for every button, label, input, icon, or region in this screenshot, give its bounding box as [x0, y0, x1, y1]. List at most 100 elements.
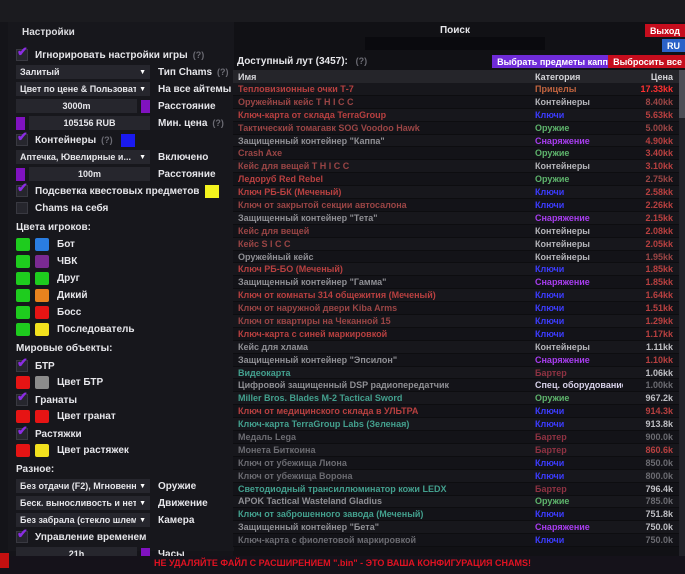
loot-table-row[interactable]: Защищенный контейнер "Эпсилон"Снаряжение… — [233, 354, 679, 367]
loot-table-row[interactable]: Монета БиткоинаБартер860.6k — [233, 444, 679, 457]
column-header-category[interactable]: Категория — [535, 72, 623, 82]
world-object-color-secondary-color-swatch[interactable] — [35, 376, 49, 389]
player-color-secondary-color-swatch[interactable] — [35, 238, 49, 251]
cham-type-dropdown[interactable]: Залитый ▼ — [16, 65, 150, 79]
world-object-color-primary-color-swatch[interactable] — [16, 376, 30, 389]
loot-table-row[interactable]: Ключ от квартиры на Чеканной 15Ключи1.29… — [233, 315, 679, 328]
help-hint[interactable]: (?) — [101, 135, 113, 145]
loot-item-name: Кейс для хлама — [233, 342, 535, 352]
loot-table-row[interactable]: Защищенный контейнер "Каппа"Снаряжение4.… — [233, 135, 679, 148]
container-distance-color-swatch[interactable] — [16, 168, 25, 181]
loot-table-row[interactable]: Ключ от убежища ВоронаКлючи800.0k — [233, 470, 679, 483]
loot-table-row[interactable]: Ключ от убежища ЛионаКлючи850.0k — [233, 457, 679, 470]
world-object-color-primary-color-swatch[interactable] — [16, 444, 30, 457]
loot-table-row[interactable]: Ключ от комнаты 314 общежития (Меченый)К… — [233, 289, 679, 302]
player-color-secondary-color-swatch[interactable] — [35, 306, 49, 319]
color-mode-dropdown[interactable]: Цвет по цене & Пользователь ▼ — [16, 82, 150, 96]
world-object-checkbox[interactable]: ✔ — [16, 360, 28, 372]
column-header-name[interactable]: Имя — [233, 72, 535, 82]
containers-checkbox[interactable]: ✔ — [16, 134, 28, 146]
player-color-secondary-color-swatch[interactable] — [35, 323, 49, 336]
loot-table-row[interactable]: Тактический томагавк SOG Voodoo HawkОруж… — [233, 122, 679, 135]
container-filter-dropdown[interactable]: Аптечка, Ювелирные и... ▼ — [16, 150, 150, 164]
self-chams-checkbox[interactable]: ✔ — [16, 202, 28, 214]
container-distance-input[interactable]: 100m — [29, 167, 150, 181]
player-color-primary-color-swatch[interactable] — [16, 272, 30, 285]
loot-table-row[interactable]: Медаль LegaБартер900.0k — [233, 431, 679, 444]
loot-table-row[interactable]: Кейс для вещей T H I C CКонтейнеры3.10kk — [233, 160, 679, 173]
help-hint[interactable]: (?) — [356, 56, 368, 66]
player-color-secondary-color-swatch[interactable] — [35, 255, 49, 268]
loot-table-row[interactable]: Ключ-карта TerraGroup Labs (Зеленая)Ключ… — [233, 418, 679, 431]
loot-table-row[interactable]: Светодиодный трансиллюминатор кожи LEDXБ… — [233, 483, 679, 496]
player-color-primary-color-swatch[interactable] — [16, 306, 30, 319]
loot-table-row[interactable]: Кейс для вещейКонтейнеры2.08kk — [233, 225, 679, 238]
language-button[interactable]: RU — [662, 39, 685, 52]
loot-table-row[interactable]: Ключ-карта с синей маркировкойКлючи1.17k… — [233, 328, 679, 341]
checkmark-icon: ✔ — [17, 390, 28, 404]
loot-table-row[interactable]: Защищенный контейнер "Гамма"Снаряжение1.… — [233, 276, 679, 289]
world-object-color-secondary-color-swatch[interactable] — [35, 444, 49, 457]
quest-items-color-swatch[interactable] — [205, 185, 219, 198]
ignore-game-settings-checkbox[interactable]: ✔ — [16, 49, 28, 61]
loot-table-row[interactable]: Оружейный кейс T H I C CКонтейнеры8.40kk — [233, 96, 679, 109]
loot-table-row[interactable]: APOK Tactical Wasteland GladiusОружие785… — [233, 496, 679, 509]
player-color-secondary-color-swatch[interactable] — [35, 272, 49, 285]
help-hint[interactable]: (?) — [217, 67, 229, 77]
quest-items-checkbox[interactable]: ✔ — [16, 185, 28, 197]
loot-table-row[interactable]: Цифровой защищенный DSP радиопередатчикС… — [233, 379, 679, 392]
distance-input[interactable]: 3000m — [16, 99, 137, 113]
loot-table-row[interactable]: Crash AxeОружие3.40kk — [233, 147, 679, 160]
loot-table-row[interactable]: Тепловизионные очки Т-7Прицелы17.33kk — [233, 83, 679, 96]
help-hint[interactable]: (?) — [212, 118, 224, 128]
misc-dropdown-row: Без забрала (стекло шлема)▼Камера — [16, 513, 226, 527]
misc-dropdown[interactable]: Без забрала (стекло шлема)▼ — [16, 513, 150, 527]
misc-dropdown[interactable]: Без отдачи (F2), Мгновенное п▼ — [16, 479, 150, 493]
distance-color-swatch[interactable] — [141, 100, 150, 113]
loot-item-price: 2.05kk — [623, 239, 679, 249]
world-object-checkbox[interactable]: ✔ — [16, 428, 28, 440]
loot-table-row[interactable]: Ключ от медицинского склада в УЛЬТРАКлюч… — [233, 405, 679, 418]
loot-table-row[interactable]: Ключ РБ-БО (Меченый)Ключи1.85kk — [233, 263, 679, 276]
loot-table-row[interactable]: Ледоруб Red RebelОружие2.75kk — [233, 173, 679, 186]
loot-table-row[interactable]: Ключ от закрытой секции автосалонаКлючи2… — [233, 199, 679, 212]
player-color-primary-color-swatch[interactable] — [16, 323, 30, 336]
loot-table-row[interactable]: Miller Bros. Blades M-2 Tactical SwordОр… — [233, 392, 679, 405]
min-price-color-swatch[interactable] — [16, 117, 25, 130]
loot-item-price: 796.4k — [623, 484, 679, 494]
player-color-primary-color-swatch[interactable] — [16, 255, 30, 268]
loot-item-name: Видеокарта — [233, 368, 535, 378]
misc-dropdown[interactable]: Беск. выносливость и нет уста▼ — [16, 496, 150, 510]
min-price-input[interactable]: 105156 RUB — [29, 116, 150, 130]
player-color-primary-color-swatch[interactable] — [16, 289, 30, 302]
loot-table-row[interactable]: Ключ от заброшенного завода (Меченый)Клю… — [233, 508, 679, 521]
table-scrollbar[interactable] — [679, 70, 685, 556]
loot-table-row[interactable]: Защищенный контейнер "Тета"Снаряжение2.1… — [233, 212, 679, 225]
loot-item-price: 1.06kk — [623, 368, 679, 378]
loot-table-row[interactable]: ВидеокартаБартер1.06kk — [233, 367, 679, 380]
select-kappa-items-button[interactable]: Выбрать предметы каппа — [492, 55, 618, 68]
world-object-color-primary-color-swatch[interactable] — [16, 410, 30, 423]
column-header-price[interactable]: Цена — [623, 72, 679, 82]
loot-table-row[interactable]: Кейс S I C CКонтейнеры2.05kk — [233, 238, 679, 251]
loot-table-row[interactable]: Ключ-карта с фиолетовой маркировкойКлючи… — [233, 534, 679, 547]
scrollbar-thumb[interactable] — [679, 70, 685, 118]
help-hint[interactable]: (?) — [193, 50, 205, 60]
world-object-checkbox[interactable]: ✔ — [16, 394, 28, 406]
loot-table-row[interactable]: Ключ-карта от склада TerraGroupКлючи5.63… — [233, 109, 679, 122]
player-color-primary-color-swatch[interactable] — [16, 238, 30, 251]
loot-table-row[interactable]: Ключ РБ-БК (Меченый)Ключи2.58kk — [233, 186, 679, 199]
loot-table-row[interactable]: Защищенный контейнер "Бета"Снаряжение750… — [233, 521, 679, 534]
time-control-checkbox[interactable]: ✔ — [16, 531, 28, 543]
search-input[interactable] — [365, 37, 545, 50]
containers-color-swatch[interactable] — [121, 134, 135, 147]
settings-panel: Настройки ✔ Игнорировать настройки игры … — [8, 22, 234, 551]
loot-table-row[interactable]: Ключ от наружной двери Kiba ArmsКлючи1.5… — [233, 302, 679, 315]
world-object-color-secondary-color-swatch[interactable] — [35, 410, 49, 423]
loot-table-row[interactable]: Кейс для хламаКонтейнеры1.11kk — [233, 341, 679, 354]
loot-item-name: Miller Bros. Blades M-2 Tactical Sword — [233, 393, 535, 403]
exit-button[interactable]: Выход — [645, 24, 685, 37]
drop-all-button[interactable]: Выбросить все — [608, 55, 685, 68]
player-color-secondary-color-swatch[interactable] — [35, 289, 49, 302]
loot-table-row[interactable]: Оружейный кейсКонтейнеры1.95kk — [233, 251, 679, 264]
